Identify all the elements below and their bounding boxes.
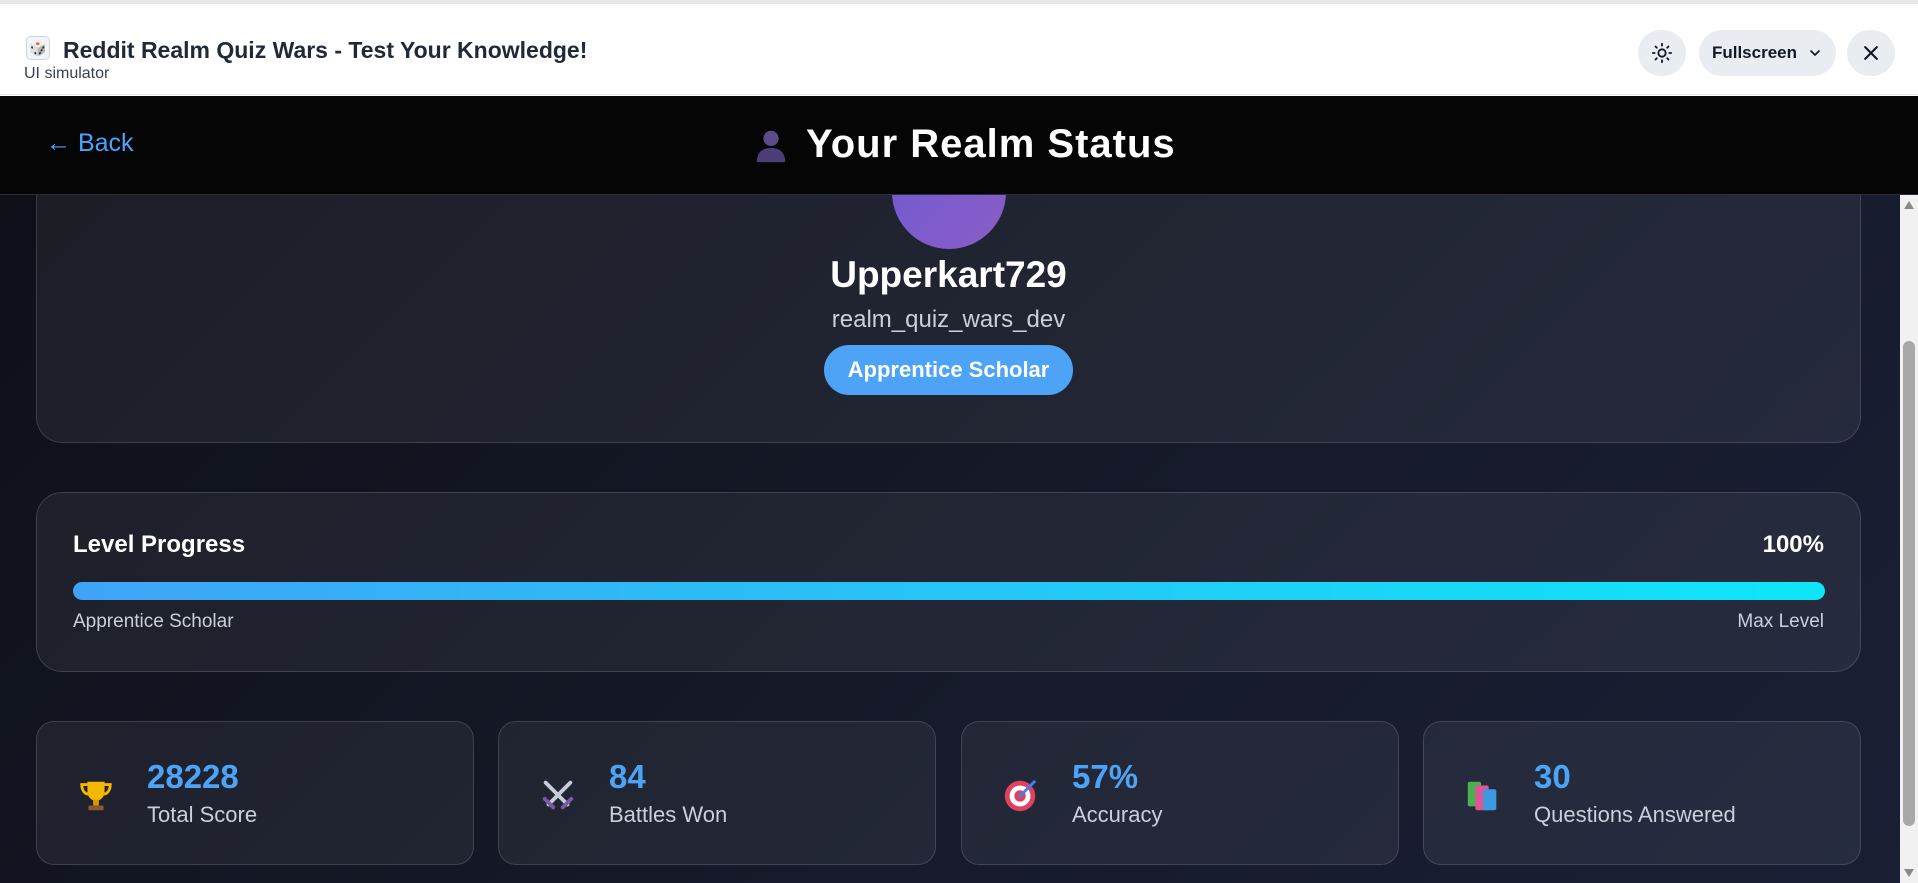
progress-fill [73,582,1825,600]
chevron-down-icon [1810,50,1820,56]
stat-label: Total Score [147,802,258,827]
stat-label: Battles Won [609,802,728,827]
target-icon [1004,780,1036,812]
close-button[interactable] [1847,30,1895,76]
current-level-label: Apprentice Scholar [73,611,234,632]
username: Upperkart729 [830,254,1067,295]
user-handle: realm_quiz_wars_dev [831,306,1066,333]
app-viewport: ← Back Your Realm Status Upperkart729 re… [0,96,1918,883]
progress-percent: 100% [1762,531,1824,558]
page-header: ← Back Your Realm Status [0,96,1918,195]
progress-title: Level Progress [73,531,246,558]
stat-card-accuracy: 57% Accuracy [961,721,1399,865]
level-progress-card: Level Progress 100% Apprentice Scholar M… [36,492,1861,672]
stat-card-total-score: 28228 Total Score [36,721,474,865]
fullscreen-label: Fullscreen [1711,43,1798,62]
stat-label: Accuracy [1072,802,1163,827]
app-icon: 🎲 [26,36,50,60]
stat-value: 84 [609,758,646,795]
window-subtitle: UI simulator [24,65,110,82]
user-silhouette-icon [756,130,786,162]
stat-card-battles-won: 84 Battles Won [498,721,936,865]
scroll-up-arrow-icon[interactable] [1904,201,1914,209]
books-icon [1467,781,1497,811]
trophy-icon [80,781,112,811]
stat-label: Questions Answered [1534,802,1736,827]
stat-value: 30 [1534,758,1571,795]
crossed-swords-icon [542,780,574,810]
stat-value: 28228 [147,758,239,795]
back-link[interactable]: ← Back [46,129,134,158]
sun-icon [1651,42,1673,64]
vertical-scrollbar[interactable] [1900,195,1918,883]
next-level-label: Max Level [1737,611,1824,632]
scrollbar-thumb[interactable] [1903,341,1915,826]
scroll-down-arrow-icon[interactable] [1904,869,1914,877]
stat-card-questions-answered: 30 Questions Answered [1423,721,1861,865]
page-title: Your Realm Status [752,122,1176,167]
theme-toggle-button[interactable] [1638,30,1686,76]
progress-track [73,582,1825,600]
stat-value: 57% [1072,758,1139,795]
rank-badge: Apprentice Scholar [824,345,1073,395]
fullscreen-dropdown[interactable]: Fullscreen [1699,30,1836,76]
page-title-text: Your Realm Status [806,122,1176,166]
close-icon [1864,46,1878,60]
window-titlebar: 🎲 Reddit Realm Quiz Wars - Test Your Kno… [0,4,1918,95]
window-title: Reddit Realm Quiz Wars - Test Your Knowl… [63,37,588,63]
